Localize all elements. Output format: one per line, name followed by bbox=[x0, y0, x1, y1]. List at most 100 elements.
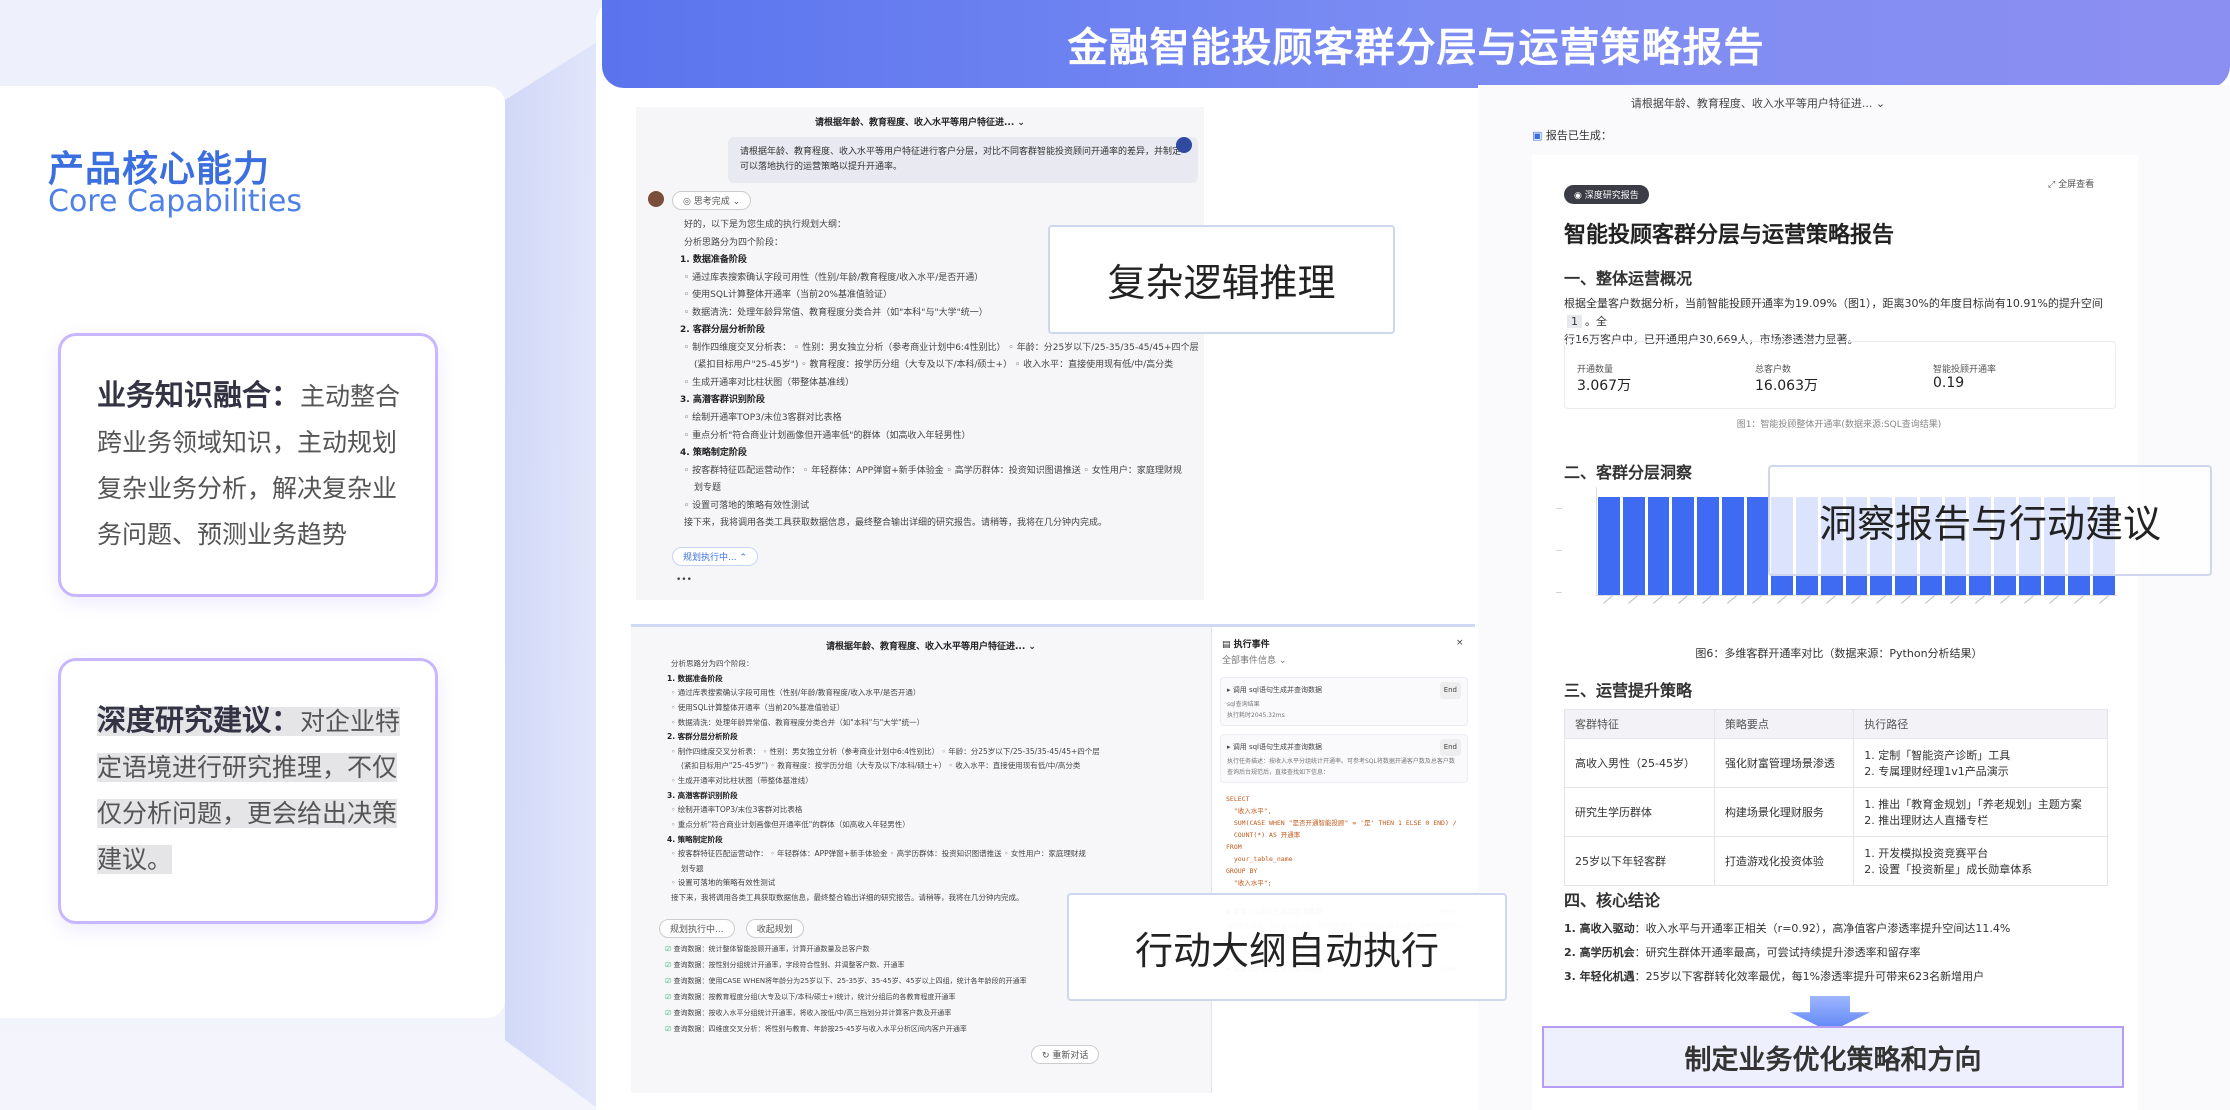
outline-line: 3. 高潜客群识别阶段 bbox=[680, 395, 765, 406]
list-icon: ▤ bbox=[1222, 640, 1234, 650]
conclusion-item: 1. 高收入驱动：收入水平与开通率正相关（r=0.92），高净值客户渗透率提升空… bbox=[1564, 922, 2011, 935]
table-row: 25岁以下年轻客群 打造游戏化投资体验 1. 开发模拟投资竞赛平台 2. 设置「投资新… bbox=[1564, 836, 2108, 886]
table-header: 策略要点 bbox=[1713, 709, 1855, 739]
tag-icon: ◉ bbox=[1574, 191, 1585, 201]
chevron-up-icon: ⌃ bbox=[739, 553, 748, 563]
table-cell: 25岁以下年轻客群 bbox=[1564, 836, 1715, 886]
chart-bar bbox=[1622, 497, 1645, 595]
task-item[interactable]: ☑ 查询数据：统计整体智能投顾开通率，计算开通数量及总客户数 bbox=[665, 941, 1027, 957]
outline-line: 4. 策略制定阶段 bbox=[680, 448, 747, 459]
figure6-caption: 图6：多维客群开通率对比（数据来源：Python分析结果） bbox=[1695, 647, 1983, 660]
task-item[interactable]: ☑ 查询数据：四维度交叉分析：将性别与教育、年龄按25-45岁与收入水平分析区间… bbox=[665, 1021, 1027, 1037]
table-header: 执行路径 bbox=[1853, 709, 2108, 739]
exec-outline: 分析思路分为四个阶段： 1. 数据准备阶段 ◦ 通过库表搜索确认字段可用性（性别/年… bbox=[659, 657, 1100, 906]
event-card[interactable]: ▸ 调用 sql语句生成并查询数据 End sql查询结果 执行耗时2045.32ms bbox=[1220, 677, 1468, 726]
chart-bar bbox=[1647, 497, 1670, 595]
chart-x-axis bbox=[1596, 595, 2116, 623]
user-message: 请根据年龄、教育程度、收入水平等用户特征进行客户分层，对比不同客群智能投资顾问开… bbox=[728, 137, 1198, 183]
events-filter[interactable]: 全部事件信息 ⌄ bbox=[1222, 653, 1286, 670]
table-cell: 构建场景化理财服务 bbox=[1713, 787, 1855, 837]
outline-line: 1. 数据准备阶段 bbox=[667, 673, 723, 683]
check-icon: ☑ bbox=[665, 1025, 674, 1033]
exec-pill[interactable]: 规划执行中... bbox=[659, 919, 735, 938]
event-card[interactable]: ▸ 调用 sql语句生成并查询数据 End 执行任务描述：按收入水平分组统计开通率。… bbox=[1220, 734, 1468, 783]
chart-bar bbox=[1672, 497, 1695, 595]
figure1-caption: 图1：智能投顾整体开通率(数据来源:SQL查询结果) bbox=[1736, 420, 1942, 430]
outline-line: 4. 策略制定阶段 bbox=[667, 834, 723, 844]
section3-heading: 三、运营提升策略 bbox=[1564, 681, 1693, 700]
table-row: 高收入男性（25-45岁） 强化财富管理场景渗透 1. 定制「智能资产诊断」工具 2.… bbox=[1564, 738, 2108, 788]
user-avatar bbox=[1176, 137, 1192, 153]
event-status-badge: End bbox=[1439, 739, 1461, 756]
outline-line: ◦ 按客群特征匹配运营动作： ◦ 年轻群体：APP弹窗+新手体验金 ◦ 高学历群… bbox=[684, 465, 1182, 476]
outline-line: ◦ 生成开通率对比柱状图（带整体基准线） bbox=[684, 377, 855, 388]
callout-insight: 洞察报告与行动建议 bbox=[1768, 465, 2212, 576]
event-status-badge: End bbox=[1439, 682, 1461, 699]
expand-icon: ⤢ bbox=[2048, 180, 2059, 190]
task-item[interactable]: ☑ 查询数据：按教育程度分组(大专及以下/本科/硕士+)统计，统计分组后的各教育… bbox=[665, 989, 1027, 1005]
stat-open-count: 开通数量 3.067万 bbox=[1577, 365, 1632, 394]
table-header: 客群特征 bbox=[1564, 709, 1715, 739]
document-icon: ▣ bbox=[1532, 129, 1546, 142]
connector-wedge bbox=[505, 40, 600, 1110]
outline-line: ◦ 设置可落地的策略有效性测试 bbox=[671, 878, 776, 888]
assistant-avatar bbox=[648, 191, 664, 207]
chart-bar bbox=[1721, 497, 1744, 595]
outline-line: ◦ 重点分析"符合商业计划画像但开通率低"的群体（如高收入年轻男性） bbox=[671, 819, 910, 829]
section4-heading: 四、核心结论 bbox=[1564, 891, 1661, 910]
planning-pill[interactable]: 规划执行中... ⌃ bbox=[672, 547, 759, 566]
conclusions: 1. 高收入驱动：收入水平与开通率正相关（r=0.92），高净值客户渗透率提升空… bbox=[1564, 917, 2010, 989]
check-icon: ☑ bbox=[665, 1009, 674, 1017]
outline-line: 分析思路分为四个阶段： bbox=[671, 659, 754, 668]
chart-bar bbox=[1598, 497, 1620, 595]
task-item[interactable]: ☑ 查询数据：使用CASE WHEN将年龄分为25岁以下、25-35岁、35-4… bbox=[665, 973, 1027, 989]
section2-heading: 二、客群分层洞察 bbox=[1564, 463, 1693, 482]
execution-screenshot: 请根据年龄、教育程度、收入水平等用户特征进... ⌄ 分析思路分为四个阶段： 1.… bbox=[631, 624, 1475, 1093]
retry-button[interactable]: ↻ 重新对话 bbox=[1031, 1045, 1100, 1064]
sql-code-block: SELECT "收入水平", SUM(CASE WHEN "是否开通智能投顾" … bbox=[1226, 795, 1457, 887]
outline-line: 接下来，我将调用各类工具获取数据信息，最终整合输出详细的研究报告。请稍等，我将在… bbox=[671, 893, 1024, 902]
chart-bar bbox=[1746, 497, 1769, 595]
task-list: ☑ 查询数据：统计整体智能投顾开通率，计算开通数量及总客户数 ☑ 查询数据：按性别… bbox=[665, 941, 1027, 1037]
outline-line: ◦ 数据清洗：处理年龄异常值、教育程度分类合并（如"本科"与"大学"统一） bbox=[671, 717, 925, 727]
refresh-icon: ↻ bbox=[1042, 1051, 1053, 1061]
main-title: 金融智能投顾客群分层与运营策略报告 bbox=[1067, 25, 1765, 71]
close-icon[interactable]: × bbox=[1456, 635, 1464, 652]
deep-research-tag: ◉ 深度研究报告 bbox=[1564, 185, 1649, 204]
outline-line: ◦ 制作四维度交叉分析表： ◦ 性别：男女独立分析（参考商业计划中6:4性别比）… bbox=[671, 746, 1100, 756]
card-deep-research: 深度研究建议：对企业特定语境进行研究推理，不仅仅分析问题，更会给出决策建议。 bbox=[58, 658, 438, 924]
outline-line: 2. 客群分层分析阶段 bbox=[667, 732, 738, 742]
outline-line: ◦ 绘制开通率TOP3/末位3客群对比表格 bbox=[684, 413, 842, 424]
report-title: 智能投顾客群分层与运营策略报告 bbox=[1564, 223, 1895, 248]
capabilities-subtitle: Core Capabilities bbox=[48, 184, 302, 219]
chat-header[interactable]: 请根据年龄、教育程度、收入水平等用户特征进... ⌄ bbox=[636, 115, 1204, 132]
check-icon: ☑ bbox=[665, 945, 674, 953]
table-cell: 1. 推出「教育金规划」「养老规划」主题方案 2. 推出理财达人直播专栏 bbox=[1853, 787, 2108, 837]
table-cell: 打造游戏化投资体验 bbox=[1713, 836, 1855, 886]
conclusion-item: 2. 高学历机会：研究生群体开通率最高，可尝试持续提升渗透率和留存率 bbox=[1564, 946, 1921, 959]
thinking-pill[interactable]: ◎ 思考完成 ⌄ bbox=[672, 191, 752, 210]
main-title-bar: 金融智能投顾客群分层与运营策略报告 bbox=[602, 0, 2230, 88]
outline-line: ◦ 按客群特征匹配运营动作： ◦ 年轻群体：APP弹窗+新手体验金 ◦ 高学历群… bbox=[671, 849, 1086, 859]
outline-line: ◦ 使用SQL计算整体开通率（当前20%基准值验证） bbox=[671, 702, 845, 712]
task-item[interactable]: ☑ 查询数据：按收入水平分组统计开通率，将收入按低/中/高三档划分并计算客户数及… bbox=[665, 1005, 1027, 1021]
stats-box: 开通数量 3.067万 总客户数 16.063万 智能投顾开通率 0.19 bbox=[1564, 341, 2116, 409]
outline-line: (紧扣目标用户"25-45岁") ◦ 教育程度：按学历分组（大专及以下/本科/硕… bbox=[681, 761, 1081, 771]
stat-open-rate: 智能投顾开通率 0.19 bbox=[1933, 365, 1997, 391]
fullscreen-button[interactable]: ⤢ 全屏查看 bbox=[2048, 177, 2094, 190]
task-item[interactable]: ☑ 查询数据：按性别分组统计开通率，字段符合性别、并调整客户数、开通率 bbox=[665, 957, 1027, 973]
table-row: 研究生学历群体 构建场景化理财服务 1. 推出「教育金规划」「养老规划」主题方案 2.… bbox=[1564, 787, 2108, 837]
outline-line: ◦ 绘制开通率TOP3/末位3客群对比表格 bbox=[671, 805, 803, 815]
table-cell: 研究生学历群体 bbox=[1564, 787, 1715, 837]
chevron-down-icon: ⌄ bbox=[1875, 97, 1886, 110]
table-cell: 1. 定制「智能资产诊断」工具 2. 专属理财经理1v1产品演示 bbox=[1853, 738, 2108, 788]
outline-line: ◦ 通过库表搜索确认字段可用性（性别/年龄/教育程度/收入水平/是否开通） bbox=[671, 688, 921, 698]
collapse-pill[interactable]: 收起规划 bbox=[745, 919, 804, 938]
check-icon: ☑ bbox=[665, 961, 674, 969]
report-header[interactable]: 请根据年龄、教育程度、收入水平等用户特征进... ⌄ bbox=[1478, 95, 2038, 112]
chat-screenshot: 请根据年龄、教育程度、收入水平等用户特征进... ⌄ 请根据年龄、教育程度、收入… bbox=[636, 107, 1204, 600]
citation-badge[interactable]: 1 bbox=[1567, 315, 1582, 328]
exec-header[interactable]: 请根据年龄、教育程度、收入水平等用户特征进... ⌄ bbox=[631, 639, 1231, 656]
loading-dots: ••• bbox=[676, 575, 692, 585]
card2-heading: 深度研究建议： bbox=[97, 703, 301, 737]
